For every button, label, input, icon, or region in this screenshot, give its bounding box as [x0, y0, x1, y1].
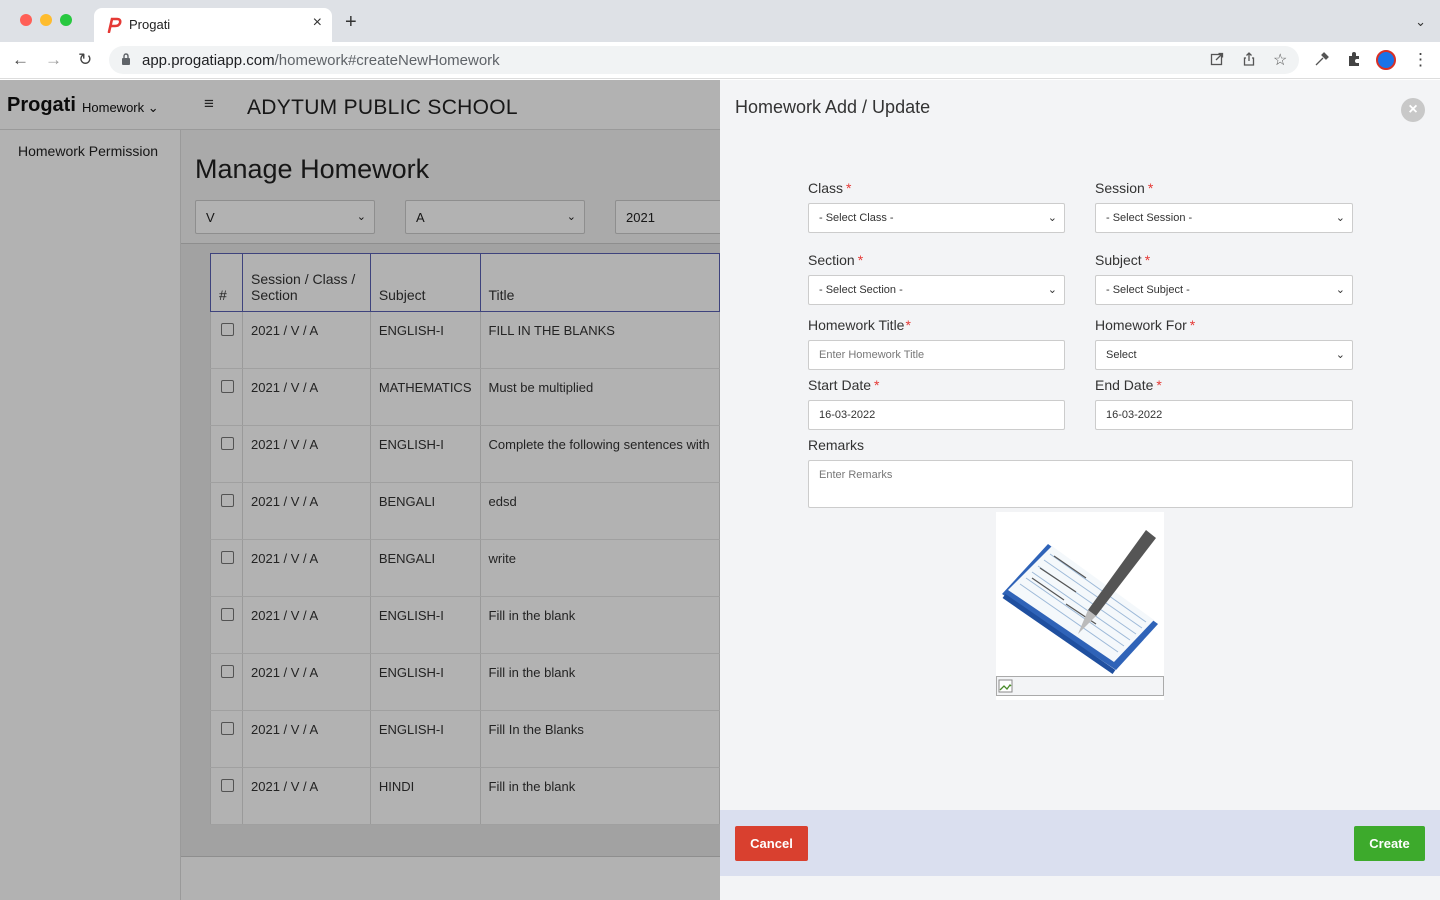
class-label-text: Class — [808, 180, 844, 196]
section-select[interactable]: - Select Section - ⌄ — [808, 275, 1065, 305]
close-icon[interactable]: × — [1401, 98, 1425, 122]
url-text: app.progatiapp.com/homework#createNewHom… — [142, 52, 500, 69]
chevron-down-icon: ⌄ — [1335, 212, 1345, 224]
reload-icon[interactable]: ↻ — [78, 50, 92, 70]
start-date-label-text: Start Date — [808, 377, 872, 393]
broken-image-icon — [998, 679, 1013, 693]
extensions-puzzle-icon[interactable] — [1346, 51, 1362, 67]
required-marker: * — [857, 252, 864, 268]
browser-tab[interactable]: Progati × — [94, 8, 332, 42]
class-label: Class * — [808, 180, 851, 196]
url-host: app.progatiapp.com — [142, 52, 275, 69]
end-date-input[interactable]: 16-03-2022 — [1095, 400, 1353, 430]
chevron-down-icon: ⌄ — [1047, 212, 1057, 224]
cancel-button[interactable]: Cancel — [735, 826, 808, 861]
window-close-dot[interactable] — [20, 14, 32, 26]
tab-search-chevron-icon[interactable]: ⌄ — [1415, 14, 1426, 30]
homework-title-label-text: Homework Title — [808, 317, 905, 333]
panel-footer: Cancel Create — [720, 810, 1440, 876]
session-label-text: Session — [1095, 180, 1145, 196]
end-date-label: End Date * — [1095, 377, 1162, 393]
section-label: Section * — [808, 252, 863, 268]
homework-title-label: Homework Title* — [808, 317, 911, 333]
homework-title-input[interactable]: Enter Homework Title — [808, 340, 1065, 370]
browser-menu-icon[interactable]: ⋮ — [1412, 50, 1429, 70]
browser-tab-strip: Progati × + ⌄ — [0, 0, 1440, 42]
broken-image-placeholder — [996, 676, 1164, 696]
homework-for-select[interactable]: Select ⌄ — [1095, 340, 1353, 370]
modal-backdrop[interactable] — [0, 80, 720, 900]
lock-icon — [122, 53, 130, 65]
homework-for-label-text: Homework For — [1095, 317, 1187, 333]
subject-label: Subject * — [1095, 252, 1150, 268]
forward-icon[interactable]: → — [45, 50, 62, 70]
start-date-label: Start Date * — [808, 377, 879, 393]
section-label-text: Section — [808, 252, 855, 268]
required-marker: * — [905, 317, 911, 333]
homework-for-select-value: Select — [1106, 349, 1137, 361]
required-marker: * — [846, 180, 852, 196]
window-minimize-dot[interactable] — [40, 14, 52, 26]
remarks-label: Remarks — [808, 437, 865, 453]
required-marker: * — [1156, 377, 1162, 393]
open-in-app-icon[interactable] — [1210, 52, 1224, 66]
progati-favicon-icon — [107, 17, 122, 33]
chevron-down-icon: ⌄ — [1047, 284, 1057, 296]
new-tab-icon[interactable]: + — [345, 12, 357, 32]
tab-title: Progati — [129, 17, 171, 32]
address-bar[interactable]: app.progatiapp.com/homework#createNewHom… — [109, 46, 1299, 74]
section-select-value: - Select Section - — [819, 284, 903, 296]
end-date-label-text: End Date — [1095, 377, 1154, 393]
panel-title: Homework Add / Update — [735, 97, 931, 117]
subject-select[interactable]: - Select Subject - ⌄ — [1095, 275, 1353, 305]
session-select[interactable]: - Select Session - ⌄ — [1095, 203, 1353, 233]
profile-avatar[interactable] — [1376, 50, 1396, 70]
required-marker: * — [1144, 252, 1151, 268]
session-select-value: - Select Session - — [1106, 212, 1193, 224]
bookmark-star-icon[interactable]: ☆ — [1273, 50, 1287, 70]
class-select-value: - Select Class - — [819, 212, 894, 224]
app-root: Progati Homework ⌄ ≡ ADYTUM PUBLIC SCHOO… — [0, 80, 1440, 900]
url-path: /homework#createNewHomework — [274, 52, 500, 69]
browser-toolbar: ← → ↻ app.progatiapp.com/homework#create… — [0, 42, 1440, 79]
session-label: Session * — [1095, 180, 1153, 196]
required-marker: * — [1147, 180, 1154, 196]
notebook-pen-illustration — [996, 512, 1164, 700]
homework-for-label: Homework For * — [1095, 317, 1195, 333]
homework-add-update-panel: Homework Add / Update × Class * - Select … — [720, 80, 1440, 900]
subject-label-text: Subject — [1095, 252, 1142, 268]
class-select[interactable]: - Select Class - ⌄ — [808, 203, 1065, 233]
create-button[interactable]: Create — [1354, 826, 1425, 861]
chevron-down-icon: ⌄ — [1335, 349, 1345, 361]
chevron-down-icon: ⌄ — [1335, 284, 1345, 296]
required-marker: * — [1189, 317, 1196, 333]
eyedropper-extension-icon[interactable] — [1314, 51, 1330, 67]
required-marker: * — [874, 377, 880, 393]
remarks-textarea[interactable]: Enter Remarks — [808, 460, 1353, 508]
subject-select-value: - Select Subject - — [1106, 284, 1190, 296]
tab-close-icon[interactable]: × — [313, 14, 322, 32]
window-zoom-dot[interactable] — [60, 14, 72, 26]
start-date-input[interactable]: 16-03-2022 — [808, 400, 1065, 430]
share-icon[interactable] — [1242, 52, 1256, 66]
back-icon[interactable]: ← — [12, 50, 29, 70]
